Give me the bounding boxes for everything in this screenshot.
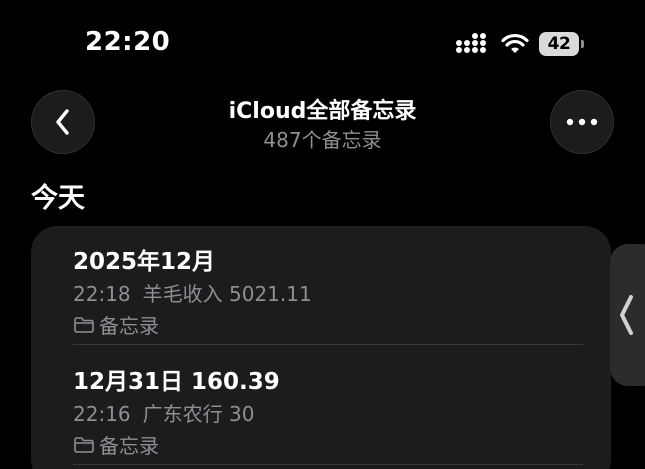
note-preview: 羊毛收入 5021.11	[142, 282, 312, 306]
note-title: 12月31日 160.39	[73, 369, 280, 395]
more-button[interactable]	[550, 90, 614, 154]
wifi-icon	[501, 33, 529, 53]
notes-list: 2025年12月 22:18 羊毛收入 5021.11 备忘录 12月31日 16…	[31, 226, 611, 469]
note-preview: 广东农行 30	[142, 402, 255, 426]
battery-cap	[581, 40, 584, 48]
list-item[interactable]: 12月31日 160.39 22:16 广东农行 30 备忘录	[31, 362, 611, 466]
note-folder-name: 备忘录	[99, 434, 159, 458]
note-time: 22:18	[73, 282, 131, 306]
note-folder: 备忘录	[73, 430, 159, 459]
folder-icon	[74, 436, 94, 453]
note-time: 22:16	[73, 402, 131, 426]
page-title: iCloud全部备忘录	[228, 99, 417, 124]
status-time: 22:20	[85, 27, 171, 57]
side-panel-handle[interactable]	[610, 244, 645, 386]
battery-icon: 42	[539, 32, 585, 56]
folder-icon	[74, 316, 94, 333]
list-item[interactable]: 2025年12月 22:18 羊毛收入 5021.11 备忘录	[31, 242, 611, 346]
status-indicators: 42	[455, 30, 585, 58]
divider	[73, 464, 583, 465]
section-header: 今天	[31, 183, 85, 214]
note-meta: 22:16 广东农行 30	[73, 398, 254, 427]
note-folder-name: 备忘录	[99, 314, 159, 338]
note-count: 487个备忘录	[263, 128, 382, 152]
divider	[73, 344, 583, 345]
ellipsis-icon	[566, 118, 598, 126]
note-folder: 备忘录	[73, 310, 159, 339]
chevron-left-icon	[620, 295, 633, 335]
note-meta: 22:18 羊毛收入 5021.11	[73, 278, 312, 307]
cellular-signal-icon	[456, 33, 486, 53]
note-title: 2025年12月	[73, 249, 216, 275]
battery-level: 42	[539, 32, 579, 56]
